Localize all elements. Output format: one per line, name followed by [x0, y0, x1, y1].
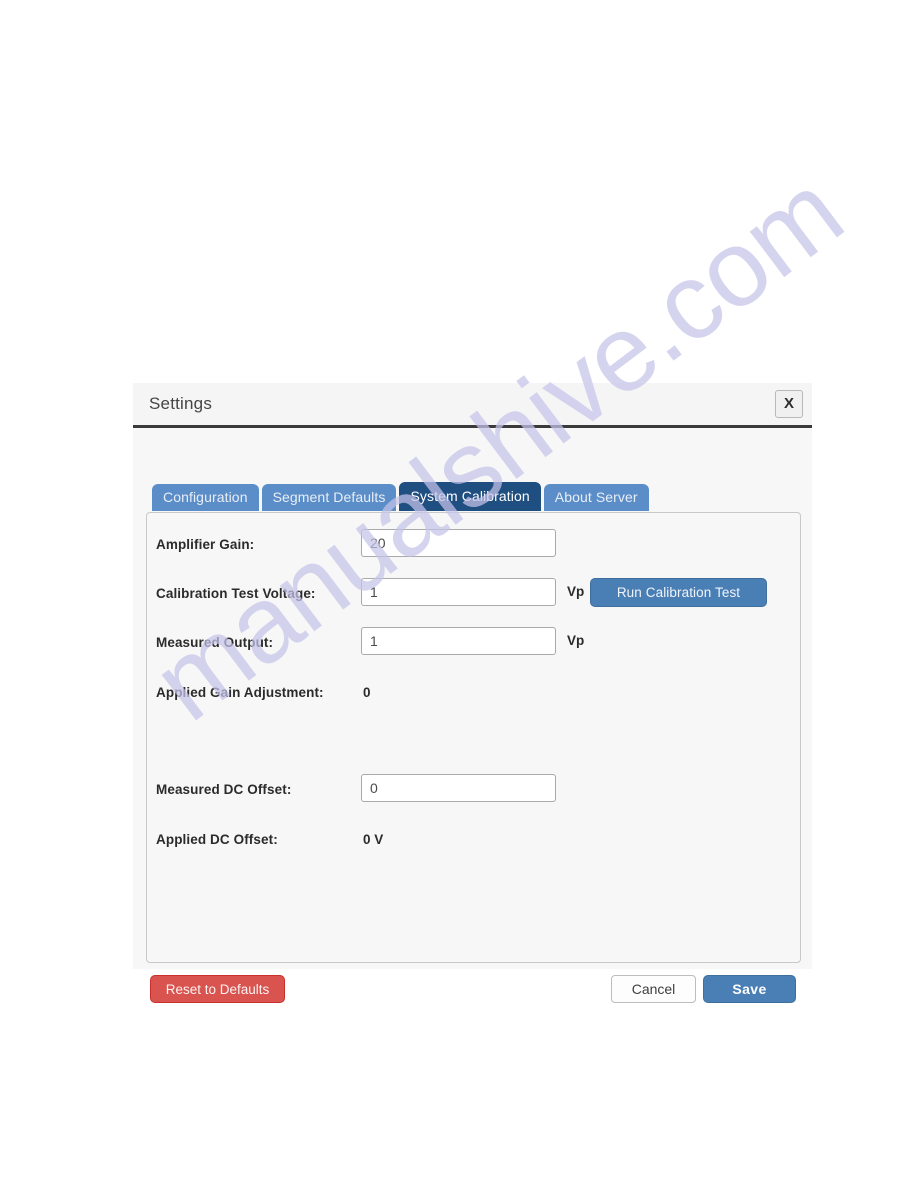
settings-dialog: Settings X Configuration Segment Default…: [133, 383, 812, 1003]
calibration-test-voltage-input[interactable]: [361, 578, 556, 606]
run-calibration-test-button[interactable]: Run Calibration Test: [590, 578, 767, 607]
applied-gain-adjustment-value: 0: [363, 685, 371, 700]
field-label-measured-dc-offset: Measured DC Offset:: [156, 782, 292, 797]
dialog-footer: Reset to Defaults Cancel Save: [146, 975, 801, 1005]
dialog-body: Configuration Segment Defaults System Ca…: [133, 428, 812, 1003]
amplifier-gain-input[interactable]: [361, 529, 556, 557]
field-label-applied-gain-adjustment: Applied Gain Adjustment:: [156, 685, 324, 700]
page-title: Settings: [149, 394, 213, 413]
tab-segment-defaults[interactable]: Segment Defaults: [261, 484, 397, 511]
calibration-panel: Amplifier Gain: Calibration Test Voltage…: [146, 512, 801, 963]
tab-bar: Configuration Segment Defaults System Ca…: [152, 482, 652, 511]
cancel-button[interactable]: Cancel: [611, 975, 696, 1003]
field-applied-gain-adjustment: Applied Gain Adjustment: 0: [147, 677, 800, 711]
field-label-applied-dc-offset: Applied DC Offset:: [156, 832, 278, 847]
save-button[interactable]: Save: [703, 975, 796, 1003]
field-measured-output: Measured Output: Vp: [147, 627, 800, 661]
field-label-measured-output: Measured Output:: [156, 635, 274, 650]
field-calibration-test-voltage: Calibration Test Voltage: Vp Run Calibra…: [147, 578, 800, 612]
tab-system-calibration[interactable]: System Calibration: [399, 482, 541, 511]
tab-configuration[interactable]: Configuration: [152, 484, 259, 511]
field-amplifier-gain: Amplifier Gain:: [147, 529, 800, 563]
dialog-titlebar: Settings X: [133, 383, 812, 428]
field-applied-dc-offset: Applied DC Offset: 0 V: [147, 824, 800, 858]
measured-dc-offset-input[interactable]: [361, 774, 556, 802]
field-measured-dc-offset: Measured DC Offset:: [147, 774, 800, 808]
field-label-calibration-test-voltage: Calibration Test Voltage:: [156, 586, 316, 601]
tab-about-server[interactable]: About Server: [543, 484, 649, 511]
applied-dc-offset-value: 0 V: [363, 832, 384, 847]
close-icon[interactable]: X: [775, 390, 803, 418]
unit-label-vp-measured-output: Vp: [567, 633, 585, 648]
reset-to-defaults-button[interactable]: Reset to Defaults: [150, 975, 285, 1003]
unit-label-vp-test-voltage: Vp: [567, 584, 585, 599]
field-label-amplifier-gain: Amplifier Gain:: [156, 537, 255, 552]
measured-output-input[interactable]: [361, 627, 556, 655]
